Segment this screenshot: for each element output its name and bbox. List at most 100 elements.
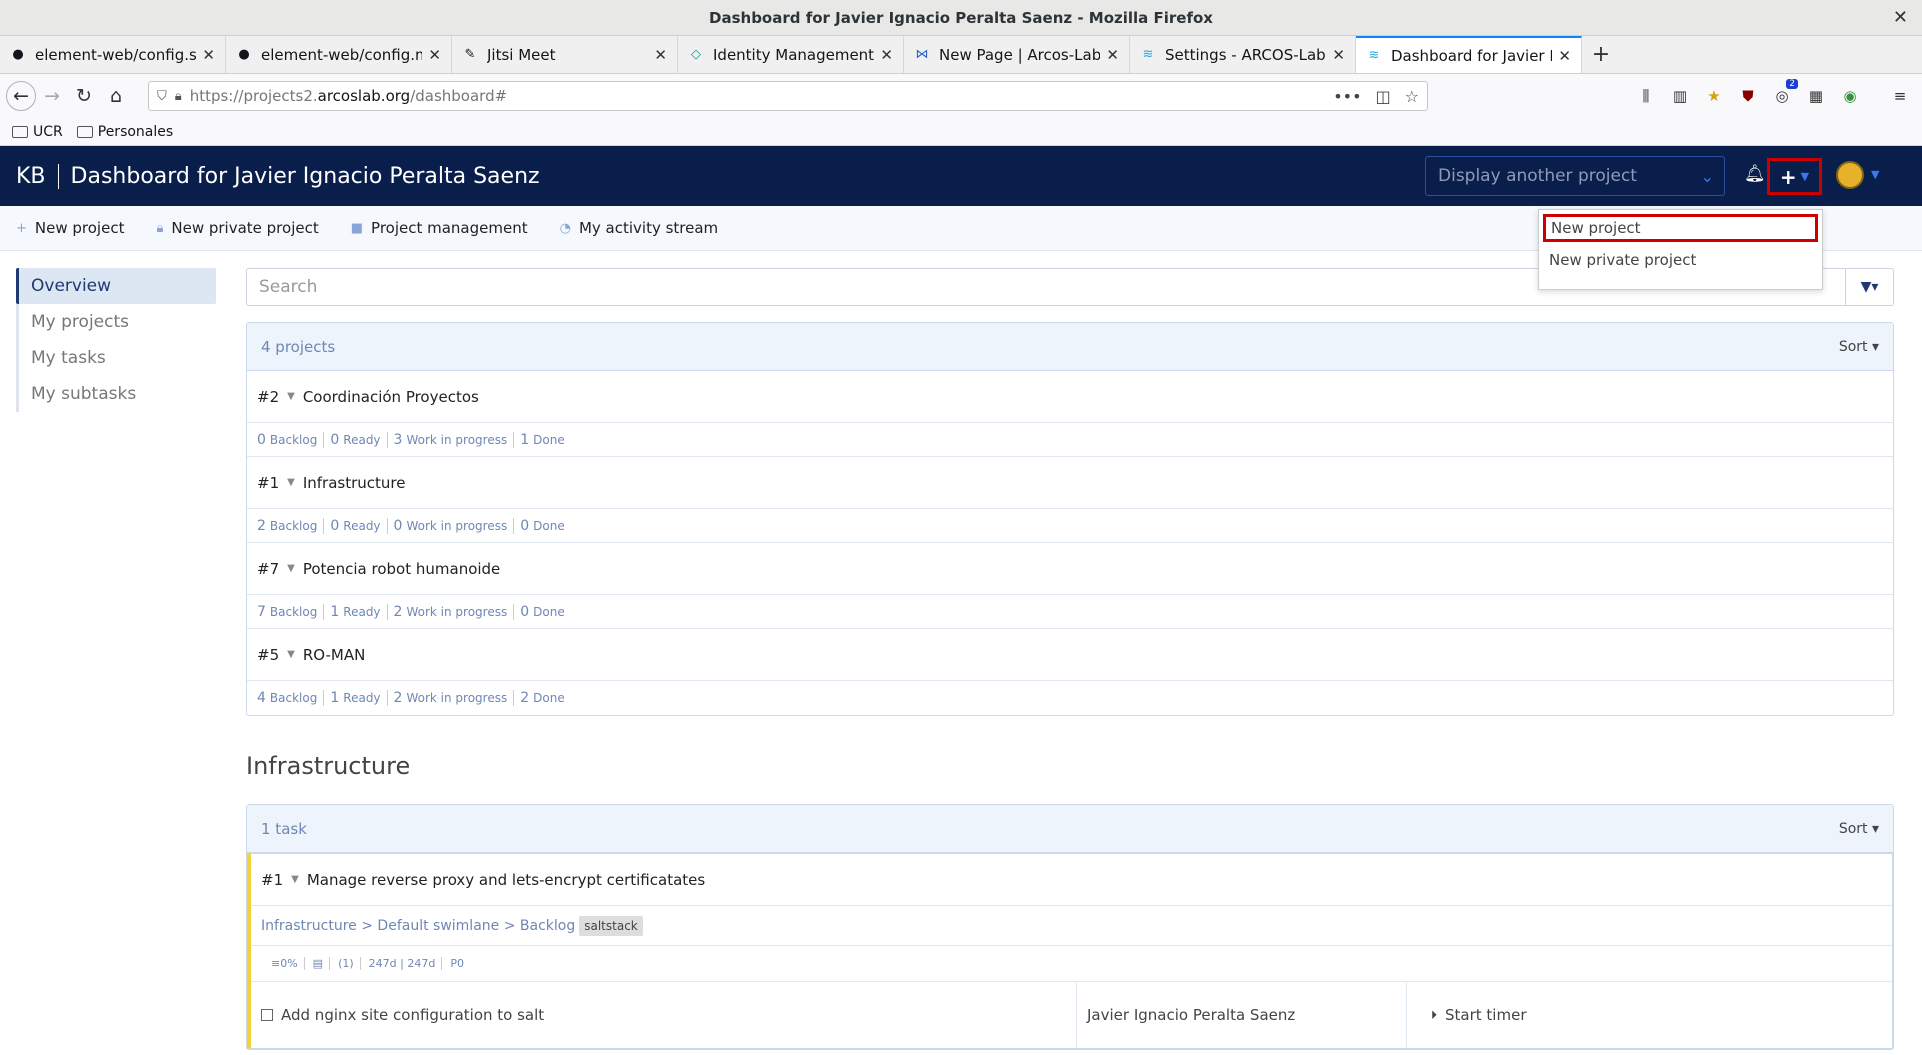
stat-backlog[interactable]: 2 Backlog bbox=[257, 517, 325, 534]
navigation-bar: ← → ↻ ⌂ ⛉ 🔒︎ https://projects2.arcoslab.… bbox=[0, 74, 1922, 118]
sort-dropdown[interactable]: Sort ▾ bbox=[1839, 339, 1879, 355]
sidebar-item-my-projects[interactable]: My projects bbox=[16, 304, 216, 340]
caret-down-icon: ▼ bbox=[1800, 170, 1810, 183]
browser-tab-1[interactable]: ●element-web/config.sam✕ bbox=[0, 36, 226, 73]
browser-tab-4[interactable]: ◇ Identity Management ✕ bbox=[678, 36, 904, 73]
shield-icon[interactable]: ⛉ bbox=[157, 89, 167, 104]
stat-done[interactable]: 2 Done bbox=[520, 690, 571, 706]
project-name[interactable]: Coordinación Proyectos bbox=[303, 388, 479, 406]
tab-close-icon[interactable]: ✕ bbox=[1106, 46, 1119, 64]
subtask-checkbox[interactable] bbox=[261, 1009, 273, 1021]
sidebar-icon[interactable]: ▥ bbox=[1670, 86, 1690, 106]
subnav-new-project[interactable]: + New project bbox=[16, 219, 124, 237]
play-icon: ⏵ bbox=[1431, 1007, 1438, 1022]
pocket-icon[interactable]: ◫ bbox=[1376, 87, 1391, 106]
caret-down-icon[interactable]: ▼ bbox=[287, 477, 295, 488]
new-tab-button[interactable]: + bbox=[1582, 36, 1620, 73]
browser-tab-2[interactable]: ● element-web/config.md ✕ bbox=[226, 36, 452, 73]
tab-close-icon[interactable]: ✕ bbox=[654, 46, 667, 64]
stat-backlog[interactable]: 0 Backlog bbox=[257, 431, 325, 448]
extension-badge-icon[interactable]: ◎ 2 bbox=[1772, 79, 1798, 106]
project-number[interactable]: #5 bbox=[257, 646, 279, 664]
start-timer-button[interactable]: ⏵ Start timer bbox=[1407, 982, 1550, 1048]
browser-tab-7[interactable]: ≋Dashboard for Javier Igna✕ bbox=[1356, 36, 1582, 73]
tab-close-icon[interactable]: ✕ bbox=[202, 46, 215, 64]
folder-icon bbox=[76, 125, 93, 138]
task-meta: ≡0% ▤ (1) 247d | 247d P0 bbox=[251, 946, 1892, 982]
menu-icon[interactable]: ≡ bbox=[1890, 86, 1910, 106]
stat-ready[interactable]: 1 Ready bbox=[330, 690, 388, 706]
keycloak-icon: ◇ bbox=[691, 47, 701, 62]
sidebar-item-my-tasks[interactable]: My tasks bbox=[16, 340, 216, 376]
address-bar[interactable]: ⛉ 🔒︎ https://projects2.arcoslab.org/dash… bbox=[148, 81, 1428, 111]
stat-done[interactable]: 0 Done bbox=[520, 604, 571, 620]
description-icon[interactable]: ▤ bbox=[313, 957, 331, 970]
subtask-count[interactable]: (1) bbox=[338, 957, 361, 970]
subnav-new-private-project[interactable]: 🔒︎ New private project bbox=[156, 219, 318, 237]
subnav-activity-stream[interactable]: ◔ My activity stream bbox=[560, 219, 719, 237]
stat-ready[interactable]: 1 Ready bbox=[330, 603, 388, 620]
page-actions-icon[interactable]: ••• bbox=[1333, 87, 1361, 106]
stat-backlog[interactable]: 7 Backlog bbox=[257, 603, 325, 620]
filter-icon[interactable]: ▼▾ bbox=[1845, 269, 1893, 305]
caret-down-icon[interactable]: ▼ bbox=[287, 391, 295, 402]
caret-down-icon[interactable]: ▼ bbox=[287, 649, 295, 660]
stat-ready[interactable]: 0 Ready bbox=[330, 431, 388, 448]
grid-icon[interactable]: ▦ bbox=[1806, 86, 1826, 106]
project-name[interactable]: Potencia robot humanoide bbox=[303, 560, 500, 578]
tab-close-icon[interactable]: ✕ bbox=[1558, 47, 1571, 65]
extension-green-icon[interactable]: ◉ bbox=[1840, 86, 1860, 106]
tab-close-icon[interactable]: ✕ bbox=[1332, 46, 1345, 64]
browser-tab-5[interactable]: ⋈New Page | Arcos-Lab Wi✕ bbox=[904, 36, 1130, 73]
stat-backlog[interactable]: 4 Backlog bbox=[257, 690, 325, 706]
task-title[interactable]: Manage reverse proxy and lets-encrypt ce… bbox=[307, 871, 705, 889]
back-button[interactable]: ← bbox=[6, 81, 36, 111]
stat-wip[interactable]: 2 Work in progress bbox=[394, 690, 515, 706]
home-button[interactable]: ⌂ bbox=[100, 80, 132, 112]
tab-close-icon[interactable]: ✕ bbox=[880, 46, 893, 64]
project-name[interactable]: Infrastructure bbox=[303, 474, 406, 492]
brand-logo[interactable]: KB bbox=[16, 163, 59, 189]
sidebar-item-overview[interactable]: Overview bbox=[16, 268, 216, 304]
project-select[interactable]: Display another project ⌄ bbox=[1425, 156, 1725, 196]
stat-wip[interactable]: 0 Work in progress bbox=[394, 517, 515, 534]
extension-star-icon[interactable]: ★ bbox=[1704, 86, 1724, 106]
task-number[interactable]: #1 bbox=[261, 871, 283, 889]
project-number[interactable]: #7 bbox=[257, 560, 279, 578]
stat-ready[interactable]: 0 Ready bbox=[330, 517, 388, 534]
caret-down-icon[interactable]: ▼ bbox=[1871, 168, 1879, 181]
avatar[interactable] bbox=[1836, 161, 1864, 189]
caret-down-icon[interactable]: ▼ bbox=[287, 563, 295, 574]
close-window-icon[interactable]: ✕ bbox=[1893, 7, 1908, 28]
bell-icon[interactable]: 🔔︎ bbox=[1744, 164, 1766, 184]
project-stats: 2 Backlog 0 Ready 0 Work in progress 0 Done bbox=[247, 509, 1893, 543]
project-name[interactable]: RO-MAN bbox=[303, 646, 365, 664]
stat-wip[interactable]: 3 Work in progress bbox=[394, 431, 515, 448]
task-card: #1 ▼ Manage reverse proxy and lets-encrypt… bbox=[247, 853, 1893, 1049]
forward-button[interactable]: → bbox=[36, 80, 68, 112]
browser-tab-3[interactable]: ✎ Jitsi Meet ✕ bbox=[452, 36, 678, 73]
bookmark-star-icon[interactable]: ☆ bbox=[1405, 87, 1419, 106]
tab-close-icon[interactable]: ✕ bbox=[428, 46, 441, 64]
dropdown-new-private-project[interactable]: New private project bbox=[1539, 242, 1822, 278]
stat-done[interactable]: 0 Done bbox=[520, 518, 571, 534]
sidebar-item-my-subtasks[interactable]: My subtasks bbox=[16, 376, 216, 412]
bookmark-folder-ucr[interactable]: UCR bbox=[12, 124, 63, 140]
ublock-icon[interactable]: ⛊ bbox=[1738, 86, 1758, 106]
bookmark-folder-personales[interactable]: Personales bbox=[76, 124, 173, 140]
library-icon[interactable]: ⫼ bbox=[1636, 86, 1656, 106]
subtask-title[interactable]: Add nginx site configuration to salt bbox=[281, 1006, 544, 1024]
caret-down-icon[interactable]: ▼ bbox=[291, 874, 299, 885]
project-number[interactable]: #1 bbox=[257, 474, 279, 492]
stat-done[interactable]: 1 Done bbox=[520, 432, 571, 448]
dropdown-new-project[interactable]: New project bbox=[1543, 214, 1818, 242]
lock-icon[interactable]: 🔒︎ bbox=[175, 89, 182, 104]
reload-button[interactable]: ↻ bbox=[68, 80, 100, 112]
browser-tab-6[interactable]: ≋Settings - ARCOS-Lab Ne✕ bbox=[1130, 36, 1356, 73]
url-text[interactable]: https://projects2.arcoslab.org/dashboard… bbox=[190, 87, 1320, 105]
subnav-project-management[interactable]: ■ Project management bbox=[351, 219, 528, 237]
project-number[interactable]: #2 bbox=[257, 388, 279, 406]
sort-dropdown[interactable]: Sort ▾ bbox=[1839, 821, 1879, 837]
stat-wip[interactable]: 2 Work in progress bbox=[394, 603, 515, 620]
plus-menu-button[interactable]: + ▼ bbox=[1767, 158, 1822, 195]
